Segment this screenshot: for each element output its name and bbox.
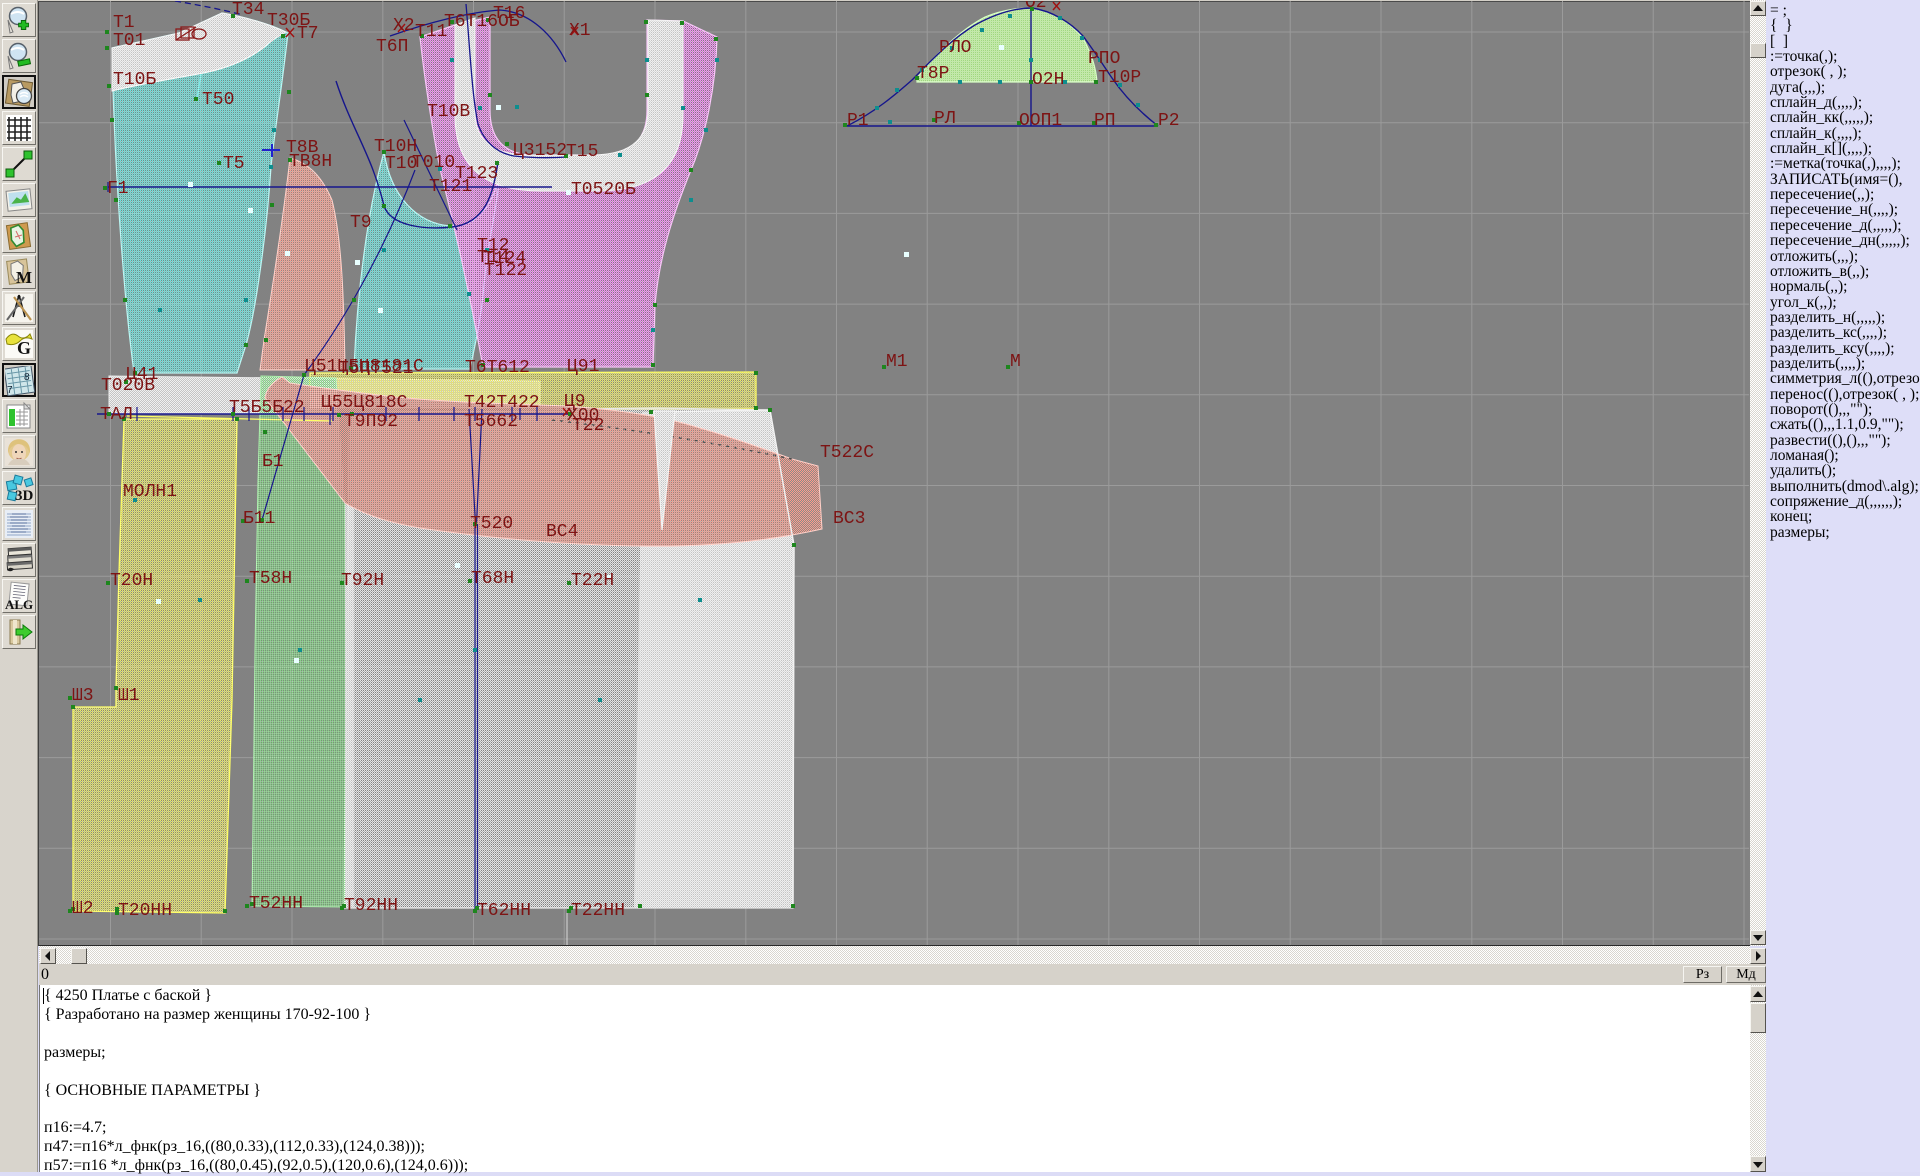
svg-text:Ш2: Ш2 [72, 899, 94, 919]
svg-text:ТВ8Н: ТВ8Н [289, 152, 332, 172]
svg-text:Т8Р: Т8Р [917, 64, 949, 84]
svg-text:Т5: Т5 [223, 154, 245, 174]
svg-text:ALG: ALG [5, 597, 33, 611]
svg-text:Т522С: Т522С [820, 443, 874, 463]
svg-text:M: M [16, 268, 32, 287]
svg-text:Т68Н: Т68Н [471, 569, 514, 589]
svg-text:Т01: Т01 [113, 31, 145, 51]
svg-text:ТАЛ: ТАЛ [100, 405, 132, 425]
svg-text:РП: РП [1094, 111, 1116, 131]
svg-text:Ш1: Ш1 [118, 686, 140, 706]
svg-text:7: 7 [7, 385, 13, 396]
svg-text:Р1: Р1 [847, 111, 869, 131]
svg-text:Т9: Т9 [350, 213, 372, 233]
svg-text:Т15: Т15 [566, 142, 598, 162]
svg-text:О2Н: О2Н [1032, 70, 1064, 90]
svg-text:Б1: Б1 [262, 452, 284, 472]
svg-text:ВС3: ВС3 [833, 509, 865, 529]
svg-text:Б11: Б11 [243, 509, 275, 529]
svg-text:Т92НН: Т92НН [344, 896, 398, 916]
svg-text:МОЛН1: МОЛН1 [123, 482, 177, 502]
svg-text:Т9П92: Т9П92 [344, 412, 398, 432]
svg-text:Т62НН: Т62НН [477, 901, 531, 921]
svg-text:РПО: РПО [1088, 49, 1120, 69]
svg-text:Т16: Т16 [493, 4, 525, 24]
svg-text:РЛО: РЛО [939, 38, 971, 58]
svg-text:3D: 3D [15, 488, 34, 503]
svg-text:Т10В: Т10В [427, 102, 470, 122]
svg-text:Ш3: Ш3 [72, 686, 94, 706]
svg-text:О2: О2 [1025, 1, 1047, 13]
svg-text:Г1: Г1 [107, 179, 129, 199]
svg-text:Р2: Р2 [1158, 111, 1180, 131]
svg-text:Т92Н: Т92Н [341, 571, 384, 591]
svg-text:Т52НН: Т52НН [249, 894, 303, 914]
svg-text:Т6П: Т6П [376, 37, 408, 57]
svg-text:G: G [17, 338, 31, 358]
svg-text:Т50: Т50 [202, 90, 234, 110]
svg-text:Т020В: Т020В [101, 376, 155, 396]
svg-text:Т22НН: Т22НН [571, 901, 625, 921]
svg-text:Х2: Х2 [393, 16, 415, 36]
svg-text:Т0520Б: Т0520Б [571, 180, 636, 200]
svg-text:Т520: Т520 [470, 514, 513, 534]
svg-text:Т5Б5Б22: Т5Б5Б22 [229, 398, 305, 418]
svg-text:Т010: Т010 [412, 153, 455, 173]
svg-text:Ц55Ц818С: Ц55Ц818С [321, 393, 408, 413]
svg-text:Т42Т422: Т42Т422 [464, 393, 540, 413]
svg-text:Т22Н: Т22Н [571, 571, 614, 591]
svg-text:Т7: Т7 [297, 24, 319, 44]
svg-text:Т58Н: Т58Н [249, 569, 292, 589]
svg-text:ВС4: ВС4 [546, 522, 578, 542]
svg-text:Т5662: Т5662 [464, 412, 518, 432]
svg-text:Ц91: Ц91 [567, 357, 599, 377]
svg-text:Т22: Т22 [572, 416, 604, 436]
svg-text:Т10Б: Т10Б [113, 70, 156, 90]
svg-text:Х1: Х1 [569, 21, 591, 41]
svg-text:Т6Т612: Т6Т612 [465, 358, 530, 378]
svg-text:Ц3152: Ц3152 [513, 141, 567, 161]
svg-text:Т10Р: Т10Р [1098, 68, 1141, 88]
svg-text:РЛ: РЛ [934, 109, 956, 129]
svg-text:М: М [1010, 352, 1021, 372]
svg-text:ООП1: ООП1 [1019, 111, 1062, 131]
svg-text:М1: М1 [886, 352, 908, 372]
svg-text:Ц51Ц5Ц8181С: Ц51Ц5Ц8181С [305, 357, 424, 377]
svg-text:Т121: Т121 [429, 177, 472, 197]
svg-text:8: 8 [24, 372, 30, 383]
svg-text:Т20НН: Т20НН [118, 901, 172, 921]
svg-text:Т11: Т11 [415, 22, 447, 42]
svg-text:Т122: Т122 [484, 261, 527, 281]
svg-text:Т34: Т34 [232, 1, 264, 20]
svg-text:Т1: Т1 [113, 13, 135, 33]
svg-text:Т20Н: Т20Н [110, 571, 153, 591]
